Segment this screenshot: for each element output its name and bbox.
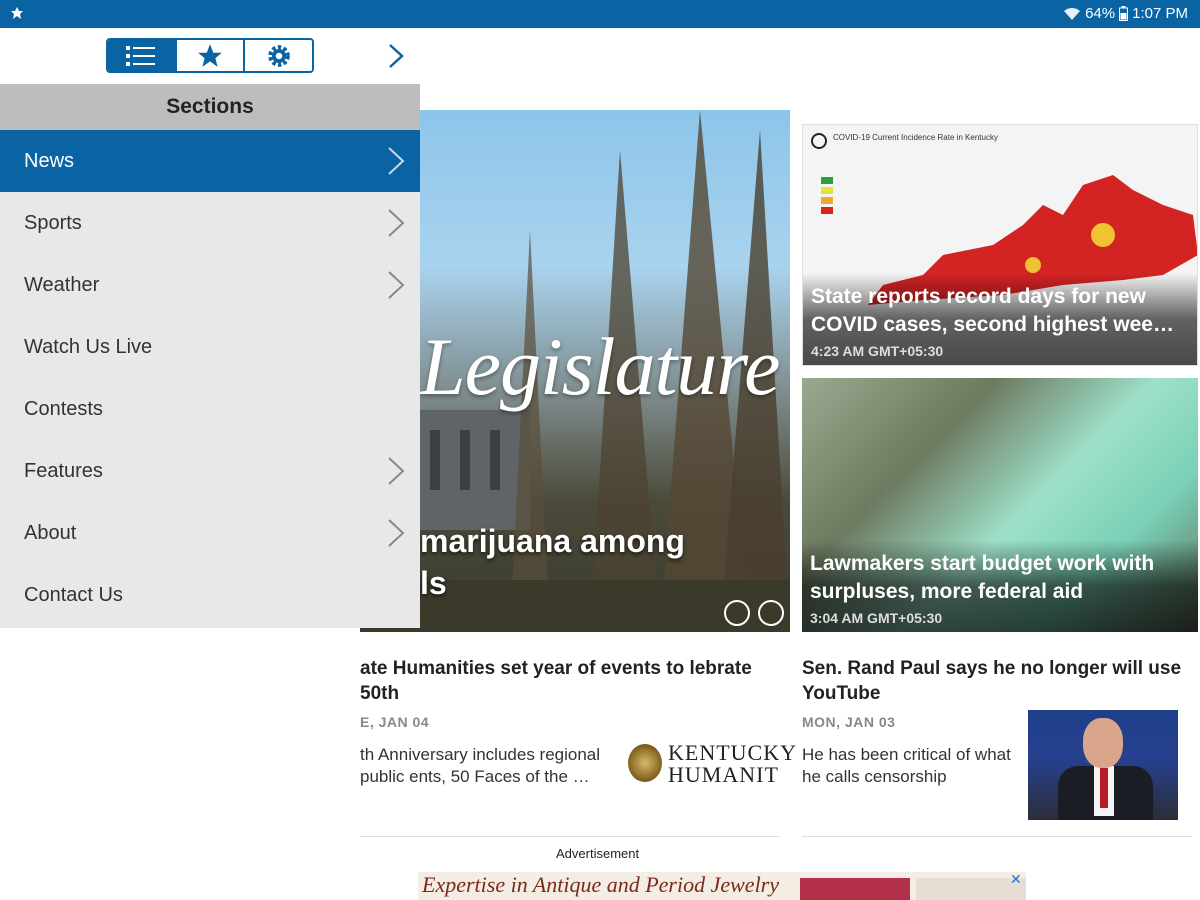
drawer-item-label: Watch Us Live <box>24 335 153 358</box>
app-notification-icon <box>11 7 23 19</box>
chevron-right-icon[interactable] <box>386 42 406 70</box>
settings-tab[interactable] <box>245 40 312 71</box>
story-title[interactable]: ate Humanities set year of events to leb… <box>360 656 780 706</box>
card-time: 4:23 AM GMT+05:30 <box>811 343 944 359</box>
ad-close-icon[interactable]: ✕ <box>1010 872 1024 886</box>
hero-image-title: Legislature <box>420 321 781 412</box>
battery-icon <box>1119 6 1129 21</box>
card-time: 3:04 AM GMT+05:30 <box>810 610 943 626</box>
drawer-toolbar <box>0 28 420 84</box>
drawer-item-label: Sports <box>24 211 82 234</box>
drawer-item-contact-us[interactable]: Contact Us <box>0 564 420 626</box>
card-caption: State reports record days for new COVID … <box>803 273 1197 365</box>
hero-actions <box>724 600 784 626</box>
story-date: E, JAN 04 <box>360 714 430 730</box>
clock: 1:07 PM <box>1132 5 1188 22</box>
drawer-item-sports[interactable]: Sports <box>0 192 420 254</box>
chevron-right-icon <box>388 147 405 175</box>
state-seal-icon <box>811 133 827 149</box>
card-caption: Lawmakers start budget work with surplus… <box>802 540 1198 632</box>
list-icon <box>126 45 156 66</box>
chevron-right-icon <box>388 209 405 237</box>
ad-text: Expertise in Antique and Period Jewelry <box>422 872 780 897</box>
hero-story[interactable]: Legislature marijuana among ls <box>360 110 790 632</box>
story-title[interactable]: Sen. Rand Paul says he no longer will us… <box>802 656 1192 706</box>
logo-line2: HUMANIT <box>668 762 779 787</box>
drawer-item-contests[interactable]: Contests <box>0 378 420 440</box>
story-humanities[interactable]: ate Humanities set year of events to leb… <box>360 656 796 787</box>
drawer-item-label: Weather <box>24 273 100 296</box>
wifi-icon <box>1064 7 1081 20</box>
map-title: COVID-19 Current Incidence Rate in Kentu… <box>833 133 998 142</box>
drawer-item-features[interactable]: Features <box>0 440 420 502</box>
drawer-item-weather[interactable]: Weather <box>0 254 420 316</box>
story-card-covid[interactable]: COVID-19 Current Incidence Rate in Kentu… <box>802 124 1198 366</box>
advertisement-banner[interactable]: Expertise in Antique and Period Jewelry <box>418 872 1026 900</box>
drawer-item-watch-us-live[interactable]: Watch Us Live <box>0 316 420 378</box>
star-icon <box>198 43 222 67</box>
sections-tab[interactable] <box>108 40 177 71</box>
drawer-item-label: News <box>24 149 75 172</box>
sections-drawer: Sections News Sports Weather Watch Us Li… <box>0 84 420 628</box>
kentucky-humanities-logo: KENTUCKY HUMANIT <box>628 740 796 790</box>
gear-icon <box>267 44 290 67</box>
drawer-item-label: Features <box>24 459 103 482</box>
chevron-right-icon <box>388 519 405 547</box>
card-title[interactable]: Lawmakers start budget work with surplus… <box>810 550 1190 606</box>
camera-icon[interactable] <box>758 600 784 626</box>
gallery-icon[interactable] <box>724 600 750 626</box>
chevron-right-icon <box>388 457 405 485</box>
drawer-item-label: About <box>24 521 77 544</box>
drawer-item-about[interactable]: About <box>0 502 420 564</box>
view-switcher <box>106 38 314 73</box>
ad-image <box>800 878 910 900</box>
status-bar: 64% 1:07 PM <box>0 0 1200 28</box>
drawer-item-label: Contact Us <box>24 583 123 606</box>
story-summary: th Anniversary includes regional public … <box>360 745 601 786</box>
divider <box>360 836 780 837</box>
chevron-right-icon <box>388 271 405 299</box>
drawer-header: Sections <box>0 84 420 130</box>
seal-icon <box>628 744 662 782</box>
advertisement-label: Advertisement <box>556 846 640 861</box>
story-card-budget[interactable]: Lawmakers start budget work with surplus… <box>802 378 1198 632</box>
divider <box>802 836 1192 837</box>
status-right: 64% 1:07 PM <box>1063 5 1188 22</box>
hero-headline[interactable]: marijuana among ls <box>420 520 790 604</box>
favorites-tab[interactable] <box>176 40 246 71</box>
story-thumbnail[interactable] <box>1028 710 1178 820</box>
drawer-item-label: Contests <box>24 397 103 420</box>
drawer-item-news[interactable]: News <box>0 130 420 192</box>
card-title[interactable]: State reports record days for new COVID … <box>811 283 1189 339</box>
story-summary: He has been critical of what he calls ce… <box>802 745 1011 786</box>
battery-percent: 64% <box>1085 5 1116 22</box>
